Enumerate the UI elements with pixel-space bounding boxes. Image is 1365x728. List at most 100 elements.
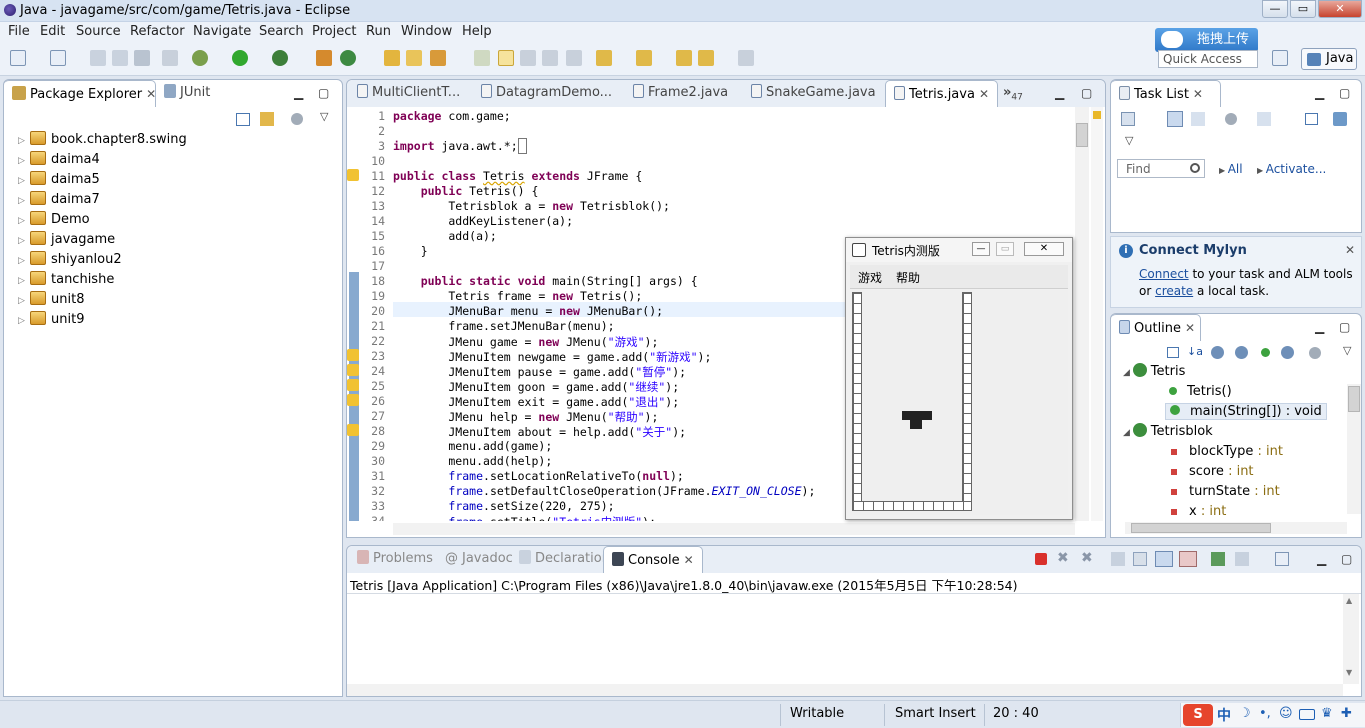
outline-scrollbar[interactable] xyxy=(1347,384,1361,514)
close-icon[interactable]: ✕ xyxy=(1193,87,1203,101)
word-wrap-icon[interactable] xyxy=(1155,551,1173,567)
view-menu-icon[interactable]: ▽ xyxy=(320,110,328,123)
show-whitespace-icon[interactable] xyxy=(542,50,558,66)
collapse-all-icon[interactable] xyxy=(236,113,250,126)
tab-console[interactable]: Console ✕ xyxy=(603,546,703,573)
menu-run[interactable]: Run xyxy=(366,24,391,39)
scheduled-icon[interactable] xyxy=(1191,112,1205,126)
back-icon[interactable] xyxy=(698,50,714,66)
hide-completed-icon[interactable] xyxy=(1257,112,1271,126)
expand-arrow-icon[interactable]: ▷ xyxy=(18,196,30,206)
sync-icon[interactable] xyxy=(1333,112,1347,126)
view-menu-icon[interactable]: ▽ xyxy=(1125,134,1133,147)
expand-arrow-icon[interactable]: ▷ xyxy=(18,256,30,266)
expand-arrow-icon[interactable]: ▷ xyxy=(18,296,30,306)
remove-launch-icon[interactable]: ✖ xyxy=(1057,550,1069,566)
next-annotation-icon[interactable] xyxy=(596,50,612,66)
menu-search[interactable]: Search xyxy=(259,24,304,39)
tab-task-list[interactable]: Task List ✕ xyxy=(1111,80,1221,107)
view-menu-icon[interactable]: ▽ xyxy=(1343,344,1351,357)
maximize-view-icon[interactable]: ▢ xyxy=(1339,320,1350,334)
tab-problems[interactable]: Problems xyxy=(349,546,441,573)
menu-source[interactable]: Source xyxy=(76,24,121,39)
minimize-view-icon[interactable]: ▁ xyxy=(294,86,303,100)
scroll-thumb[interactable] xyxy=(1348,386,1360,412)
tetris-minimize-button[interactable]: — xyxy=(972,242,990,256)
show-on-output-icon[interactable] xyxy=(1179,551,1197,567)
open-folder-icon[interactable] xyxy=(406,50,422,66)
new-package-icon[interactable] xyxy=(316,50,332,66)
outline-field-turnstate[interactable]: turnState : int xyxy=(1171,484,1280,499)
outline-class-tetris[interactable]: ◢ Tetris xyxy=(1123,363,1185,379)
tetris-board[interactable] xyxy=(850,290,1068,515)
console-hscrollbar[interactable] xyxy=(347,684,1343,696)
prev-annotation-icon[interactable] xyxy=(636,50,652,66)
sort-icon[interactable]: ↓a xyxy=(1187,345,1203,358)
close-button[interactable]: ✕ xyxy=(1318,0,1362,18)
menu-navigate[interactable]: Navigate xyxy=(193,24,251,39)
toolbox-icon[interactable]: ✚ xyxy=(1341,706,1352,721)
clear-console-icon[interactable] xyxy=(1111,552,1125,566)
project-javagame[interactable]: ▷ javagame xyxy=(18,231,115,247)
focus-icon[interactable] xyxy=(1225,113,1237,125)
outline-hscrollbar[interactable] xyxy=(1125,522,1347,534)
expand-arrow-icon[interactable]: ▷ xyxy=(18,216,30,226)
tab-overflow[interactable]: »47 xyxy=(995,80,1031,107)
minimize-view-icon[interactable]: ▁ xyxy=(1055,86,1064,100)
tab-declaration[interactable]: Declaration xyxy=(511,546,618,573)
new-task-icon[interactable] xyxy=(1121,112,1135,126)
tab-package-explorer[interactable]: Package Explorer ✕ xyxy=(4,80,156,107)
minimize-view-icon[interactable]: ▁ xyxy=(1315,86,1324,100)
tab-tetris[interactable]: Tetris.java ✕ xyxy=(885,80,998,107)
minimize-button[interactable]: — xyxy=(1262,0,1288,18)
save-icon[interactable] xyxy=(90,50,106,66)
save-all-icon[interactable] xyxy=(112,50,128,66)
activate-link[interactable]: ▶ Activate... xyxy=(1257,162,1326,176)
emoji-icon[interactable]: ☺ xyxy=(1279,706,1293,721)
open-perspective-icon[interactable] xyxy=(1272,50,1288,66)
close-icon[interactable]: ✕ xyxy=(1185,321,1195,335)
terminate-icon[interactable] xyxy=(1035,553,1047,565)
close-icon[interactable]: ✕ xyxy=(146,87,156,101)
hide-local-types-icon[interactable] xyxy=(1281,346,1294,359)
maximize-view-icon[interactable]: ▢ xyxy=(318,86,329,100)
keyboard-icon[interactable] xyxy=(1299,709,1315,720)
forward-icon[interactable] xyxy=(738,50,754,66)
focus-icon[interactable] xyxy=(291,113,303,125)
toggle-mark-icon[interactable] xyxy=(474,50,490,66)
focus-icon[interactable] xyxy=(1309,347,1321,359)
all-filter[interactable]: ▶ All xyxy=(1219,162,1243,176)
hide-nonpublic-icon[interactable] xyxy=(1261,348,1270,357)
menu-project[interactable]: Project xyxy=(312,24,356,39)
project-unit8[interactable]: ▷ unit8 xyxy=(18,291,84,307)
tetris-maximize-button[interactable]: ▭ xyxy=(996,242,1014,256)
maximize-button[interactable]: ▭ xyxy=(1290,0,1316,18)
maximize-view-icon[interactable]: ▢ xyxy=(1081,86,1092,100)
skin-icon[interactable]: ♛ xyxy=(1321,706,1333,721)
outline-class-tetrisblok[interactable]: ◢ Tetrisblok xyxy=(1123,423,1213,439)
new-java-class-icon[interactable] xyxy=(340,50,356,66)
expand-arrow-icon[interactable]: ▷ xyxy=(18,236,30,246)
hide-fields-icon[interactable] xyxy=(1211,346,1224,359)
tetris-menu-game[interactable]: 游戏 xyxy=(858,269,882,286)
moon-icon[interactable]: ☽ xyxy=(1239,706,1251,721)
run-icon[interactable] xyxy=(232,50,248,66)
expand-arrow-icon[interactable]: ▷ xyxy=(18,136,30,146)
categorized-icon[interactable] xyxy=(1167,111,1183,127)
outline-field-blocktype[interactable]: blockType : int xyxy=(1171,444,1283,459)
close-icon[interactable]: ✕ xyxy=(684,553,694,567)
menu-help[interactable]: Help xyxy=(462,24,492,39)
menu-window[interactable]: Window xyxy=(401,24,452,39)
horizontal-scrollbar[interactable] xyxy=(393,523,1075,535)
expand-arrow-icon[interactable]: ▷ xyxy=(18,156,30,166)
project-book-chapter8-swing[interactable]: ▷ book.chapter8.swing xyxy=(18,131,187,147)
expand-arrow-icon[interactable]: ▷ xyxy=(18,316,30,326)
print-icon[interactable] xyxy=(134,50,150,66)
search-icon[interactable] xyxy=(430,50,446,66)
outline-method-main[interactable]: main(String[]) : void xyxy=(1165,403,1327,420)
expand-arrow-icon[interactable]: ▷ xyxy=(18,276,30,286)
scroll-thumb[interactable] xyxy=(1076,123,1088,147)
java-perspective-button[interactable]: Java xyxy=(1301,48,1357,70)
minimize-view-icon[interactable]: ▁ xyxy=(1315,320,1324,334)
outline-field-x[interactable]: x : int xyxy=(1171,504,1226,519)
